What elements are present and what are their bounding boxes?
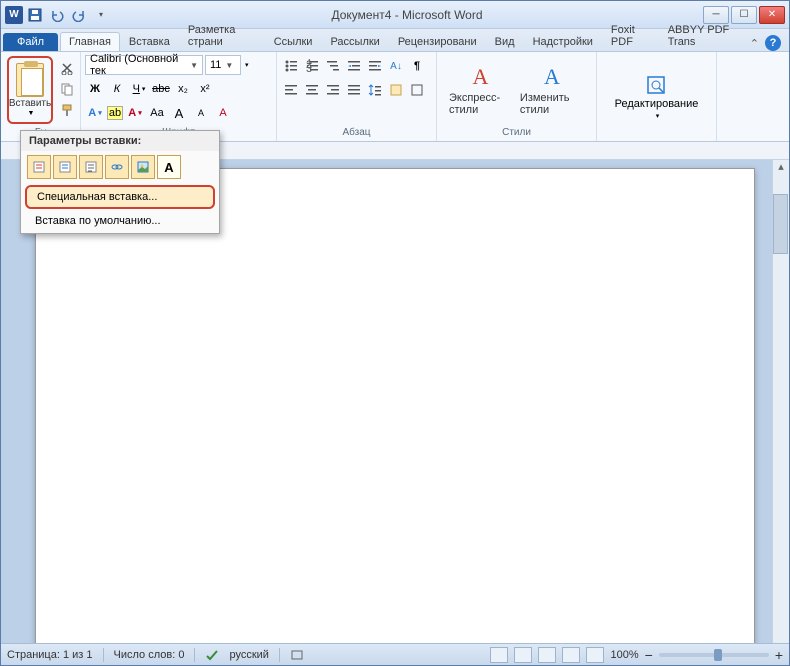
format-painter-icon[interactable]: [57, 100, 77, 120]
paste-special-item[interactable]: Специальная вставка...: [25, 185, 215, 209]
zoom-out-button[interactable]: −: [645, 647, 653, 663]
sort-button[interactable]: A↓: [386, 56, 406, 76]
paste-picture-icon[interactable]: [131, 155, 155, 179]
multilevel-button[interactable]: [323, 56, 343, 76]
numbering-button[interactable]: 123: [302, 56, 322, 76]
page-status[interactable]: Страница: 1 из 1: [7, 649, 93, 661]
increase-indent-button[interactable]: [365, 56, 385, 76]
minimize-ribbon-icon[interactable]: ⌃: [750, 37, 759, 50]
qat-customize-icon[interactable]: ▾: [91, 5, 111, 25]
outline-view-button[interactable]: [562, 647, 580, 663]
tab-insert[interactable]: Вставка: [120, 32, 179, 51]
save-icon[interactable]: [25, 5, 45, 25]
word-count[interactable]: Число слов: 0: [114, 649, 185, 661]
shrink-font-button[interactable]: A: [191, 103, 211, 123]
copy-icon[interactable]: [57, 79, 77, 99]
paste-keep-text-icon[interactable]: [79, 155, 103, 179]
font-size-combo[interactable]: 11▼: [205, 55, 241, 75]
paste-link-icon[interactable]: [105, 155, 129, 179]
clear-format-button[interactable]: A: [213, 103, 233, 123]
align-center-button[interactable]: [302, 80, 322, 100]
justify-button[interactable]: [344, 80, 364, 100]
zoom-slider[interactable]: [659, 653, 769, 657]
find-icon: [645, 74, 667, 96]
file-tab[interactable]: Файл: [3, 33, 58, 51]
paste-keep-source-icon[interactable]: [27, 155, 51, 179]
app-window: W ▾ Документ4 - Microsoft Word ─ ☐ ✕ Фай…: [0, 0, 790, 666]
show-marks-button[interactable]: ¶: [407, 56, 427, 76]
spellcheck-icon[interactable]: [205, 648, 219, 662]
decrease-indent-button[interactable]: [344, 56, 364, 76]
zoom-level[interactable]: 100%: [610, 649, 638, 661]
font-color-button[interactable]: A▾: [125, 103, 145, 123]
font-group: Calibri (Основной тек▼ 11▼ ▾ Ж К Ч▾ abc …: [81, 52, 277, 141]
ribbon: Вставить ▼ Бу Calibri (Основной тек▼ 11▼…: [1, 52, 789, 142]
superscript-button[interactable]: x²: [195, 79, 215, 99]
change-styles-button[interactable]: A Изменить стили: [520, 64, 584, 116]
tab-review[interactable]: Рецензировани: [389, 32, 486, 51]
font-name-combo[interactable]: Calibri (Основной тек▼: [85, 55, 203, 75]
line-spacing-button[interactable]: [365, 80, 385, 100]
editing-group: Редактирование ▾: [597, 52, 717, 141]
statusbar: Страница: 1 из 1 Число слов: 0 русский 1…: [1, 643, 789, 665]
tab-addins[interactable]: Надстройки: [524, 32, 602, 51]
tab-view[interactable]: Вид: [486, 32, 524, 51]
editing-button[interactable]: Редактирование ▾: [607, 70, 707, 124]
quick-access-toolbar: W ▾: [5, 5, 111, 25]
subscript-button[interactable]: x₂: [173, 79, 193, 99]
help-icon[interactable]: ?: [765, 35, 781, 51]
borders-button[interactable]: [407, 80, 427, 100]
paste-text-only-icon[interactable]: A: [157, 155, 181, 179]
zoom-in-button[interactable]: +: [775, 647, 783, 663]
tab-foxit[interactable]: Foxit PDF: [602, 20, 659, 51]
underline-button[interactable]: Ч▾: [129, 79, 149, 99]
document-page[interactable]: [35, 168, 755, 643]
tab-home[interactable]: Главная: [60, 32, 120, 51]
tab-mailings[interactable]: Рассылки: [321, 32, 388, 51]
fullscreen-view-button[interactable]: [514, 647, 532, 663]
ribbon-tabs: Файл Главная Вставка Разметка страни Ссы…: [1, 29, 789, 52]
redo-icon[interactable]: [69, 5, 89, 25]
bold-button[interactable]: Ж: [85, 79, 105, 99]
change-case-button[interactable]: Aa: [147, 103, 167, 123]
word-app-icon[interactable]: W: [5, 6, 23, 24]
text-effects-button[interactable]: A▾: [85, 103, 105, 123]
cut-icon[interactable]: [57, 58, 77, 78]
align-left-button[interactable]: [281, 80, 301, 100]
tab-abbyy[interactable]: ABBYY PDF Trans: [659, 20, 750, 51]
align-right-button[interactable]: [323, 80, 343, 100]
tab-layout[interactable]: Разметка страни: [179, 20, 265, 51]
chevron-down-icon[interactable]: ▾: [245, 61, 249, 69]
paragraph-group: 123 A↓ ¶ Абзац: [277, 52, 437, 141]
clipboard-icon: [16, 63, 44, 97]
tab-references[interactable]: Ссылки: [265, 32, 322, 51]
language-status[interactable]: русский: [229, 649, 268, 661]
paste-menu-header: Параметры вставки:: [21, 131, 219, 151]
insert-mode-icon[interactable]: [290, 648, 304, 662]
highlight-button[interactable]: ab: [107, 106, 123, 120]
paste-default-item[interactable]: Вставка по умолчанию...: [25, 211, 215, 231]
bullets-button[interactable]: [281, 56, 301, 76]
draft-view-button[interactable]: [586, 647, 604, 663]
strike-button[interactable]: abc: [151, 79, 171, 99]
vertical-scrollbar[interactable]: ▴: [772, 160, 789, 643]
italic-button[interactable]: К: [107, 79, 127, 99]
web-view-button[interactable]: [538, 647, 556, 663]
svg-text:3: 3: [306, 63, 312, 73]
undo-icon[interactable]: [47, 5, 67, 25]
paste-options-menu: Параметры вставки: A Специальная вставка…: [20, 130, 220, 234]
shading-button[interactable]: [386, 80, 406, 100]
paste-button[interactable]: Вставить ▼: [7, 56, 53, 124]
grow-font-button[interactable]: A: [169, 103, 189, 123]
close-button[interactable]: ✕: [759, 6, 785, 24]
clipboard-group: Вставить ▼ Бу: [1, 52, 81, 141]
chevron-down-icon: ▼: [28, 110, 35, 117]
quick-styles-button[interactable]: A Экспресс-стили: [449, 64, 512, 116]
styles-group: A Экспресс-стили A Изменить стили Стили: [437, 52, 597, 141]
scroll-thumb[interactable]: [773, 194, 788, 254]
print-layout-view-button[interactable]: [490, 647, 508, 663]
paste-merge-icon[interactable]: [53, 155, 77, 179]
